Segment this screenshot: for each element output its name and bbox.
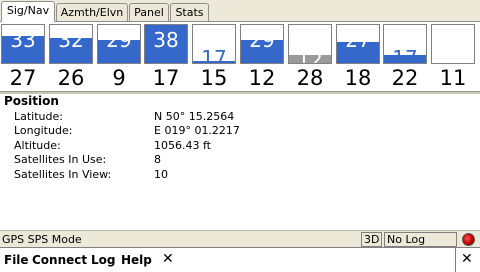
satellites-in-view-value: 10	[154, 168, 168, 181]
satellite-prn-label: 18	[344, 66, 372, 90]
signal-bar: 29	[240, 24, 284, 64]
signal-snr-label: 33	[10, 28, 36, 52]
menu-bar: File Connect Log Help ✕ ✕	[0, 247, 480, 272]
signal-bar: 17	[383, 24, 427, 64]
longitude-label: Longitude:	[14, 124, 73, 137]
altitude-value: 1056.43 ft	[154, 139, 211, 152]
signal-bar: 33	[1, 24, 45, 64]
satellite-prn-label: 15	[200, 66, 228, 90]
status-bar: GPS SPS Mode 3D No Log	[0, 230, 480, 248]
gps-mode-text: GPS SPS Mode	[2, 233, 82, 246]
signal-bar	[431, 24, 475, 64]
signal-snr-label: 12	[297, 48, 323, 64]
signal-snr-label: 38	[153, 28, 179, 52]
satellite-prn-label: 27	[9, 66, 37, 90]
tab-panel[interactable]: Panel	[129, 3, 169, 21]
menu-connect[interactable]: Connect	[32, 251, 87, 269]
signal-snr-label: 17	[201, 46, 227, 64]
signal-bar: 27	[336, 24, 380, 64]
signal-snr-label: 32	[58, 28, 84, 52]
fix-type-box: 3D	[361, 232, 382, 247]
signal-snr-label: 29	[249, 28, 275, 52]
satellite-prn-label: 11	[439, 66, 467, 90]
menu-separator	[455, 248, 456, 272]
satellite-prn-label: 26	[57, 66, 85, 90]
latitude-label: Latitude:	[14, 110, 63, 123]
tab-sig-nav[interactable]: Sig/Nav	[1, 1, 55, 22]
signal-bar: 32	[49, 24, 93, 64]
signal-snr-label: 27	[345, 28, 371, 52]
menu-file[interactable]: File	[4, 251, 29, 269]
signal-bar: 12	[288, 24, 332, 64]
tab-bar: Sig/Nav Azmth/Elvn Panel Stats	[0, 0, 480, 22]
satellite-prn-label: 28	[296, 66, 324, 90]
signal-bar: 29	[97, 24, 141, 64]
signal-bar: 38	[144, 24, 188, 64]
satellite-prn-label: 12	[248, 66, 276, 90]
window-close-icon[interactable]: ✕	[461, 250, 473, 269]
tab-stats[interactable]: Stats	[170, 3, 209, 21]
signal-snr-label: 29	[106, 28, 132, 52]
longitude-value: E 019° 01.2217	[154, 124, 240, 137]
satellites-in-view-label: Satellites In View:	[14, 168, 112, 181]
position-panel: Position Latitude: N 50° 15.2564 Longitu…	[0, 94, 480, 230]
signal-snr-label: 17	[392, 46, 418, 64]
signal-bar: 17	[192, 24, 236, 64]
menu-log[interactable]: Log	[91, 251, 115, 269]
satellite-prn-label: 9	[112, 66, 126, 90]
satellite-prn-label: 17	[152, 66, 180, 90]
altitude-label: Altitude:	[14, 139, 61, 152]
satellite-prn-label: 22	[391, 66, 419, 90]
satellites-in-use-value: 8	[154, 153, 161, 166]
latitude-value: N 50° 15.2564	[154, 110, 235, 123]
position-title: Position	[4, 94, 59, 108]
status-led-icon	[462, 233, 475, 246]
log-status-box: No Log	[384, 232, 457, 247]
tab-azmth-elvn[interactable]: Azmth/Elvn	[56, 3, 128, 21]
signal-panel: 33 27 32 26 29 9 38 17 17 15 29 12 12 28 27 18 17 22 11	[0, 22, 480, 92]
satellites-in-use-label: Satellites In Use:	[14, 153, 107, 166]
menu-close-icon[interactable]: ✕	[162, 250, 174, 269]
menu-help[interactable]: Help	[121, 251, 152, 269]
